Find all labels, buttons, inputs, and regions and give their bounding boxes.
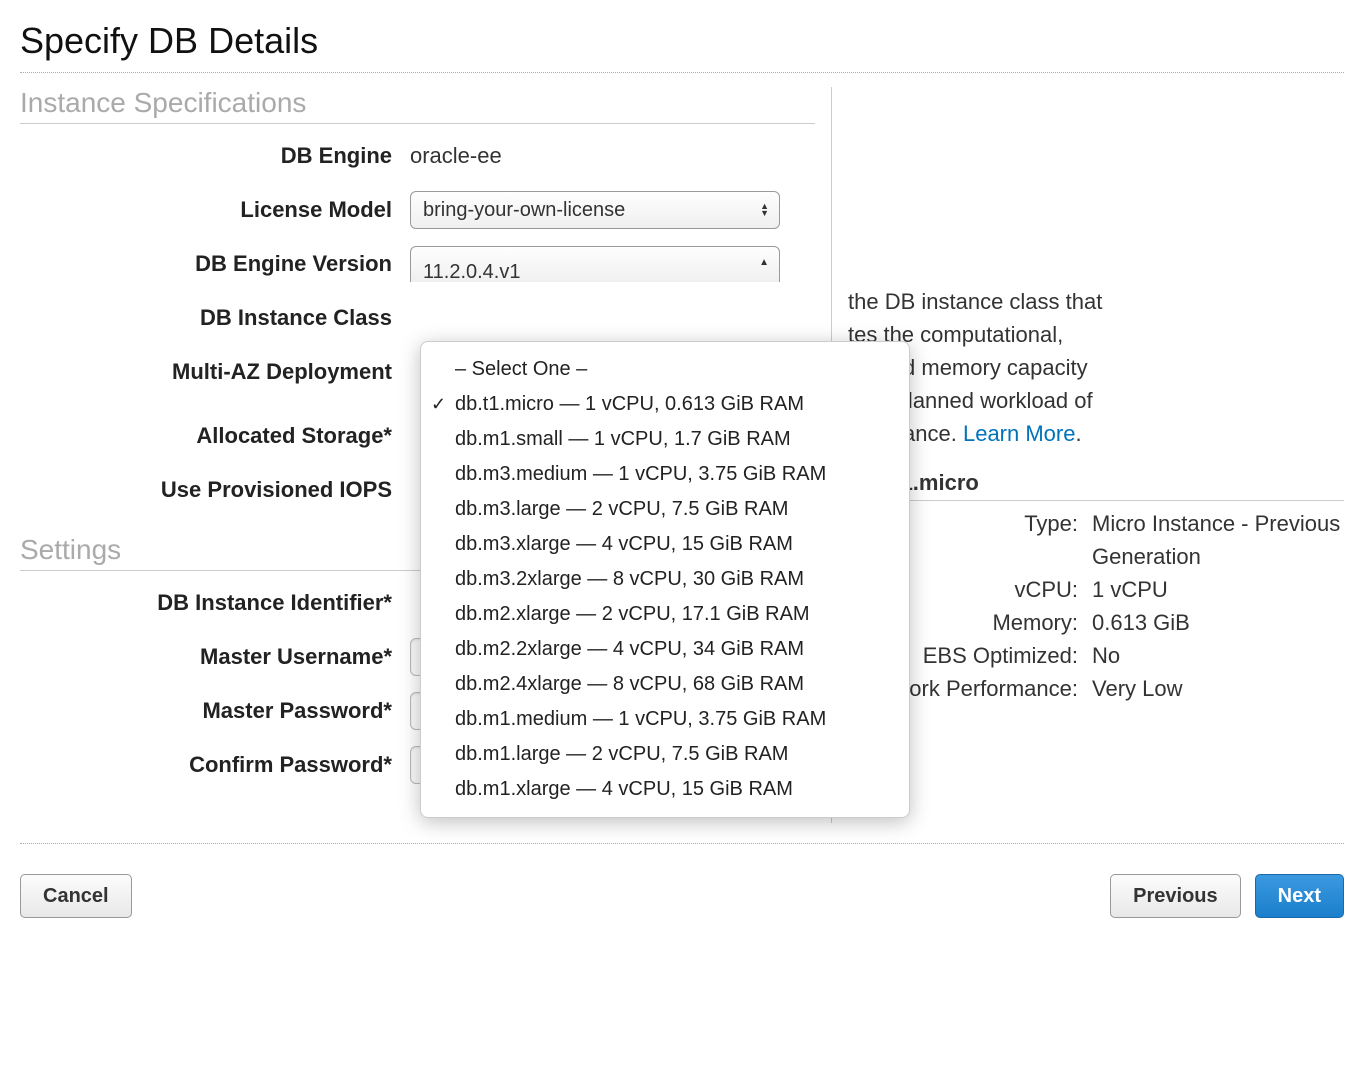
detail-vcpu: vCPU: 1 vCPU <box>848 573 1344 606</box>
cancel-button[interactable]: Cancel <box>20 874 132 918</box>
dropdown-option[interactable]: db.m3.medium — 1 vCPU, 3.75 GiB RAM <box>421 457 909 492</box>
row-db-engine: DB Engine oracle-ee <box>20 136 815 176</box>
label-use-piops: Use Provisioned IOPS <box>20 477 410 503</box>
dropdown-option[interactable]: db.m3.2xlarge — 8 vCPU, 30 GiB RAM <box>421 562 909 597</box>
dropdown-option[interactable]: db.m2.2xlarge — 4 vCPU, 34 GiB RAM <box>421 632 909 667</box>
label-db-engine: DB Engine <box>20 143 410 169</box>
selected-class-header: : db.t1.micro <box>848 470 1344 501</box>
next-button[interactable]: Next <box>1255 874 1344 918</box>
detail-memory: Memory: 0.613 GiB <box>848 606 1344 639</box>
dropdown-option[interactable]: db.m1.medium — 1 vCPU, 3.75 GiB RAM <box>421 702 909 737</box>
learn-more-link[interactable]: Learn More <box>963 421 1076 446</box>
label-master-username: Master Username* <box>20 644 410 670</box>
footer-divider <box>20 843 1344 844</box>
divider <box>20 72 1344 73</box>
dropdown-placeholder[interactable]: – Select One – <box>421 352 909 387</box>
page-title: Specify DB Details <box>20 20 1344 62</box>
label-db-engine-version: DB Engine Version <box>20 251 410 277</box>
dropdown-option[interactable]: db.m2.4xlarge — 8 vCPU, 68 GiB RAM <box>421 667 909 702</box>
label-db-instance-class: DB Instance Class <box>20 305 410 331</box>
dropdown-option[interactable]: db.m1.xlarge — 4 vCPU, 15 GiB RAM <box>421 772 909 807</box>
select-license-model[interactable]: bring-your-own-license ▲▼ <box>410 191 780 229</box>
select-db-engine-version-value: 11.2.0.4.v1 <box>423 261 520 282</box>
label-db-identifier: DB Instance Identifier* <box>20 590 410 616</box>
main-container: Instance Specifications DB Engine oracle… <box>20 87 1344 823</box>
select-license-model-value: bring-your-own-license <box>423 199 625 222</box>
dropdown-option[interactable]: db.m1.large — 2 vCPU, 7.5 GiB RAM <box>421 737 909 772</box>
dropdown-option[interactable]: db.m3.large — 2 vCPU, 7.5 GiB RAM <box>421 492 909 527</box>
row-db-engine-version: DB Engine Version 11.2.0.4.v1 ▲ <box>20 244 815 284</box>
select-db-engine-version[interactable]: 11.2.0.4.v1 ▲ <box>410 246 780 282</box>
label-multi-az: Multi-AZ Deployment <box>20 359 410 385</box>
row-db-instance-class: DB Instance Class <box>20 298 815 338</box>
label-master-password: Master Password* <box>20 698 410 724</box>
footer: Cancel Previous Next <box>20 874 1344 918</box>
detail-type: Type: Micro Instance - Previous Generati… <box>848 507 1344 573</box>
dropdown-option[interactable]: db.m3.xlarge — 4 vCPU, 15 GiB RAM <box>421 527 909 562</box>
label-allocated-storage: Allocated Storage* <box>20 423 410 449</box>
label-license-model: License Model <box>20 197 410 223</box>
dropdown-option[interactable]: db.m1.small — 1 vCPU, 1.7 GiB RAM <box>421 422 909 457</box>
dropdown-option[interactable]: db.t1.micro — 1 vCPU, 0.613 GiB RAM <box>421 387 909 422</box>
dropdown-option[interactable]: db.m2.xlarge — 2 vCPU, 17.1 GiB RAM <box>421 597 909 632</box>
row-license-model: License Model bring-your-own-license ▲▼ <box>20 190 815 230</box>
instance-class-dropdown[interactable]: – Select One – db.t1.micro — 1 vCPU, 0.6… <box>420 341 910 818</box>
value-db-engine: oracle-ee <box>410 143 502 169</box>
arrow-up-icon: ▲ <box>759 257 769 268</box>
detail-ebs: EBS Optimized: No <box>848 639 1344 672</box>
instance-specs-heading: Instance Specifications <box>20 87 815 124</box>
select-arrows-icon: ▲▼ <box>760 203 769 217</box>
detail-network: Network Performance: Very Low <box>848 672 1344 705</box>
previous-button[interactable]: Previous <box>1110 874 1240 918</box>
label-confirm-password: Confirm Password* <box>20 752 410 778</box>
info-text: the DB instance class that tes the compu… <box>848 285 1344 450</box>
